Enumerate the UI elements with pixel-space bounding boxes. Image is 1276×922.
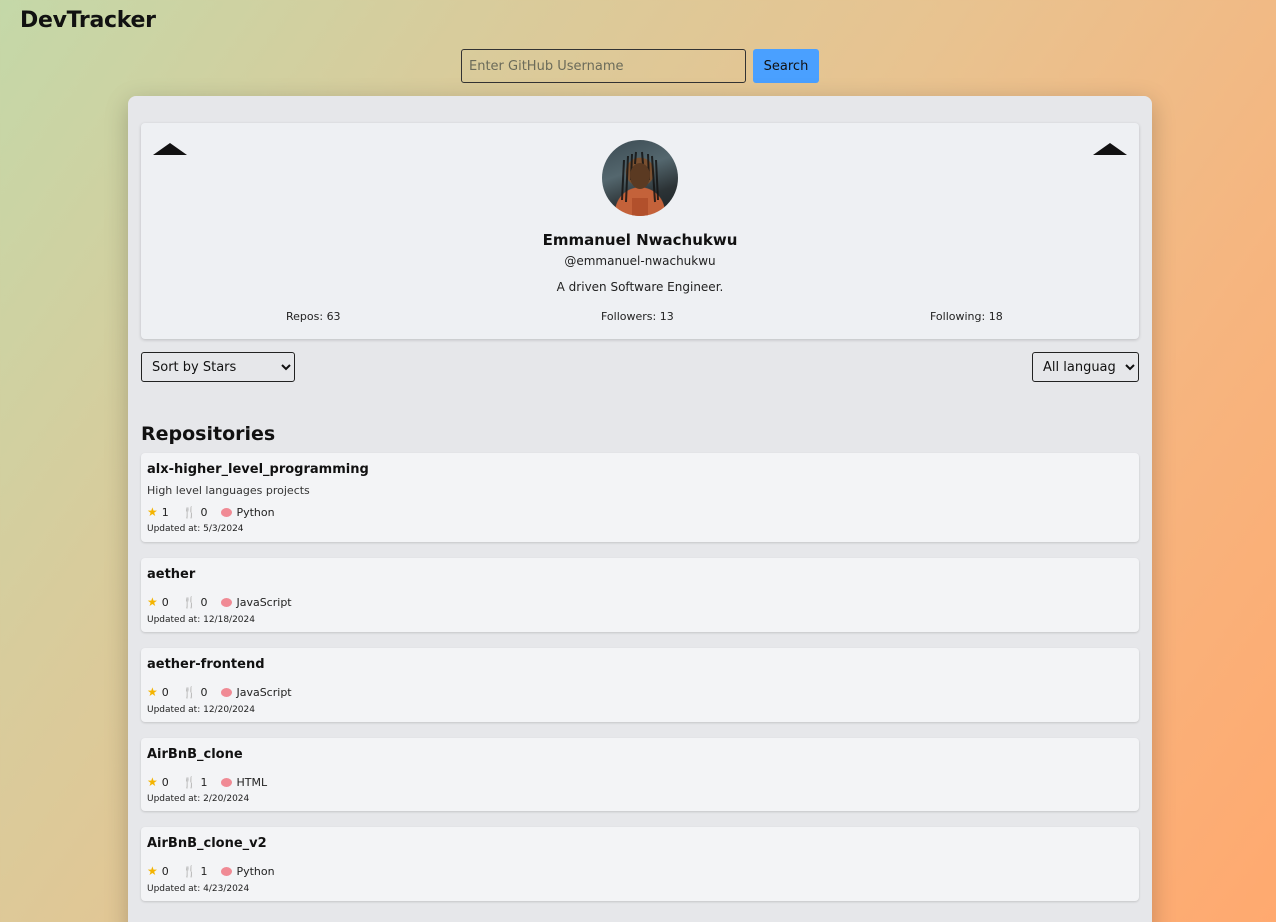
profile-bio: A driven Software Engineer. bbox=[556, 280, 724, 294]
repo-forks: 🍴 1 bbox=[183, 865, 208, 878]
repo-meta: ★ 0 🍴 1 Python bbox=[147, 864, 275, 878]
repo-language: Python bbox=[221, 864, 275, 878]
repo-language: JavaScript bbox=[221, 685, 292, 699]
profile-card: Emmanuel Nwachukwu @emmanuel-nwachukwu A… bbox=[141, 123, 1139, 339]
star-icon: ★ bbox=[147, 595, 158, 609]
repo-updated: Updated at: 4/23/2024 bbox=[147, 884, 250, 894]
repo-stars: ★ 0 bbox=[147, 864, 169, 878]
repo-updated: Updated at: 12/20/2024 bbox=[147, 705, 255, 715]
repo-meta: ★ 0 🍴 0 JavaScript bbox=[147, 685, 292, 699]
collapse-right-icon[interactable] bbox=[1093, 143, 1127, 155]
fork-icon: 🍴 bbox=[182, 864, 197, 878]
repo-name[interactable]: AirBnB_clone_v2 bbox=[147, 836, 267, 851]
repo-forks: 🍴 0 bbox=[183, 596, 208, 609]
profile-handle: @emmanuel-nwachukwu bbox=[564, 254, 716, 268]
repo-language-name: JavaScript bbox=[236, 685, 292, 699]
collapse-left-icon[interactable] bbox=[153, 143, 187, 155]
repo-stars: ★ 0 bbox=[147, 685, 169, 699]
repo-language-name: HTML bbox=[236, 775, 268, 789]
search-bar: Search bbox=[461, 49, 819, 83]
repo-star-count: 1 bbox=[161, 505, 169, 519]
brain-icon bbox=[221, 777, 233, 787]
repo-name[interactable]: aether bbox=[147, 567, 195, 582]
brain-icon bbox=[221, 687, 233, 697]
repo-description: High level languages projects bbox=[147, 484, 310, 497]
repo-updated: Updated at: 12/18/2024 bbox=[147, 615, 255, 625]
repo-fork-count: 1 bbox=[200, 864, 208, 878]
repo-fork-count: 0 bbox=[200, 595, 208, 609]
repo-language: JavaScript bbox=[221, 595, 292, 609]
fork-icon: 🍴 bbox=[182, 775, 197, 789]
repo-card[interactable]: AirBnB_clone ★ 0 🍴 1 HTML Updated at: 2/20… bbox=[141, 738, 1139, 811]
repo-card[interactable]: alx-higher_level_programming High level … bbox=[141, 453, 1139, 542]
star-icon: ★ bbox=[147, 864, 158, 878]
repo-language-name: Python bbox=[236, 505, 275, 519]
brain-icon bbox=[221, 866, 233, 876]
search-button[interactable]: Search bbox=[753, 49, 819, 83]
repo-card[interactable]: AirBnB_clone_v2 ★ 0 🍴 1 Python Updated at:… bbox=[141, 827, 1139, 901]
brain-icon bbox=[221, 597, 233, 607]
repo-star-count: 0 bbox=[161, 595, 169, 609]
stat-followers: Followers: 13 bbox=[601, 310, 674, 323]
repo-language-name: Python bbox=[236, 864, 275, 878]
repo-star-count: 0 bbox=[161, 685, 169, 699]
repo-forks: 🍴 0 bbox=[183, 686, 208, 699]
sort-select[interactable]: Sort by Stars bbox=[141, 352, 295, 382]
repo-meta: ★ 0 🍴 0 JavaScript bbox=[147, 595, 292, 609]
fork-icon: 🍴 bbox=[182, 505, 197, 519]
main-panel: Emmanuel Nwachukwu @emmanuel-nwachukwu A… bbox=[128, 96, 1152, 922]
repo-updated: Updated at: 5/3/2024 bbox=[147, 524, 244, 534]
repo-star-count: 0 bbox=[161, 864, 169, 878]
star-icon: ★ bbox=[147, 775, 158, 789]
app-title: DevTracker bbox=[20, 8, 156, 33]
fork-icon: 🍴 bbox=[182, 595, 197, 609]
avatar bbox=[602, 140, 678, 216]
repo-language-name: JavaScript bbox=[236, 595, 292, 609]
repo-stars: ★ 1 bbox=[147, 505, 169, 519]
repo-forks: 🍴 0 bbox=[183, 506, 208, 519]
star-icon: ★ bbox=[147, 505, 158, 519]
fork-icon: 🍴 bbox=[182, 685, 197, 699]
repo-name[interactable]: aether-frontend bbox=[147, 657, 265, 672]
repo-card[interactable]: aether-frontend ★ 0 🍴 0 JavaScript Updated… bbox=[141, 648, 1139, 722]
profile-name: Emmanuel Nwachukwu bbox=[542, 231, 738, 249]
repo-fork-count: 0 bbox=[200, 685, 208, 699]
repo-language: HTML bbox=[221, 776, 267, 789]
repo-meta: ★ 1 🍴 0 Python bbox=[147, 505, 275, 519]
repo-meta: ★ 0 🍴 1 HTML bbox=[147, 775, 267, 789]
repo-card[interactable]: aether ★ 0 🍴 0 JavaScript Updated at: 12/1… bbox=[141, 558, 1139, 632]
star-icon: ★ bbox=[147, 685, 158, 699]
repo-fork-count: 1 bbox=[200, 775, 208, 789]
repo-forks: 🍴 1 bbox=[183, 776, 208, 789]
repo-fork-count: 0 bbox=[200, 505, 208, 519]
stat-repos: Repos: 63 bbox=[286, 310, 341, 323]
repo-language: Python bbox=[221, 505, 275, 519]
language-filter-select[interactable]: All languages bbox=[1032, 352, 1139, 382]
repo-stars: ★ 0 bbox=[147, 595, 169, 609]
repo-stars: ★ 0 bbox=[147, 775, 169, 789]
stat-following: Following: 18 bbox=[930, 310, 1003, 323]
repo-updated: Updated at: 2/20/2024 bbox=[147, 794, 250, 804]
repo-star-count: 0 bbox=[161, 775, 169, 789]
repo-name[interactable]: alx-higher_level_programming bbox=[147, 462, 369, 477]
username-search-input[interactable] bbox=[461, 49, 746, 83]
repositories-heading: Repositories bbox=[141, 423, 276, 445]
brain-icon bbox=[221, 507, 233, 517]
repo-name[interactable]: AirBnB_clone bbox=[147, 747, 243, 762]
